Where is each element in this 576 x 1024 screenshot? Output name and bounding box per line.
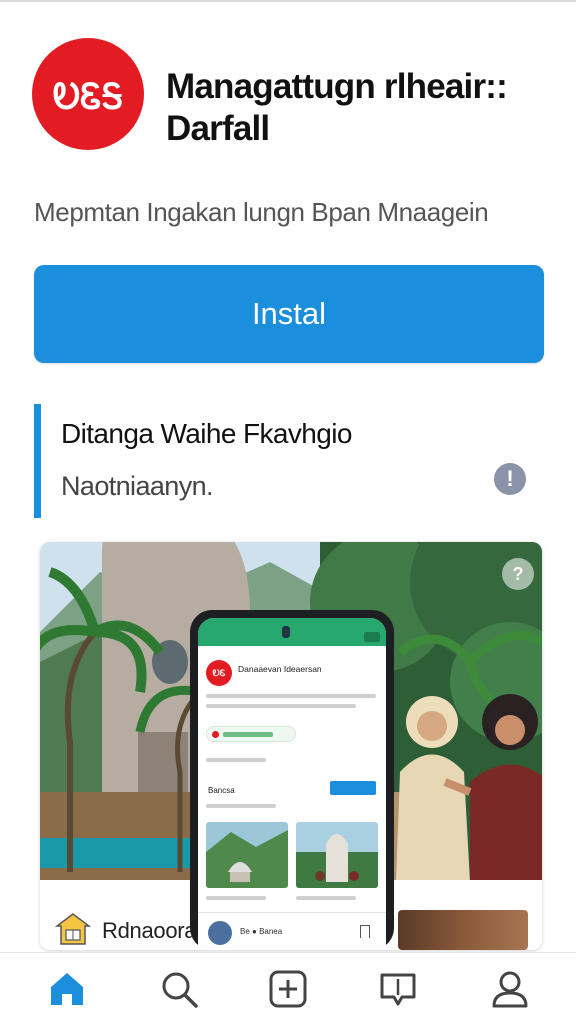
house-icon — [55, 913, 91, 945]
phone-bottom-text: Be ● Banea — [240, 927, 283, 936]
phone-app-logo: ᎧᏋ — [206, 660, 232, 686]
top-divider — [0, 0, 576, 2]
profile-icon[interactable] — [488, 967, 532, 1011]
phone-action-button — [330, 781, 376, 795]
info-badge-icon[interactable]: ? — [502, 558, 534, 590]
alert-circle-icon[interactable]: ! — [494, 463, 526, 495]
phone-image-2 — [296, 822, 378, 888]
search-icon[interactable] — [157, 967, 201, 1011]
phone-bottom-bar: Be ● Banea — [198, 912, 386, 950]
phone-text-line — [206, 694, 376, 698]
phone-status-bar — [198, 618, 386, 646]
app-title: Managattugn rlheair:: Darfall — [166, 67, 508, 148]
phone-text-line — [206, 758, 266, 762]
phone-menu-icon — [364, 632, 380, 642]
app-logo: ᎧᏋᎦ — [32, 38, 144, 150]
logo-text: ᎧᏋᎦ — [53, 77, 123, 117]
logo-glyph-icon: ᎧᏋᎦ — [53, 77, 123, 117]
info-text: Naotniaanyn. — [61, 471, 214, 501]
chat-icon[interactable] — [376, 967, 420, 1011]
phone-text-line — [296, 896, 356, 900]
phone-screen: ᎧᏋ Danaaevan Ideaersan Bancsa Be ● Banea — [198, 618, 386, 950]
home-icon[interactable] — [45, 967, 89, 1011]
preview-caption: Rdnaoorar — [102, 918, 204, 943]
install-button[interactable]: Instal — [34, 265, 544, 363]
phone-tag-pill — [206, 726, 296, 742]
app-header: ᎧᏋᎦ Managattugn rlheair:: Darfall — [32, 36, 552, 160]
phone-mockup: ᎧᏋ Danaaevan Ideaersan Bancsa Be ● Banea — [190, 610, 394, 950]
phone-avatar — [208, 921, 232, 945]
info-block: Ditanga Waihe Fkavhgio Naotniaanyn. ! — [34, 404, 554, 518]
info-title: Ditanga Waihe Fkavhgio — [61, 418, 352, 449]
phone-text-line — [206, 704, 356, 708]
phone-text-line — [206, 896, 266, 900]
phone-image-1 — [206, 822, 288, 888]
add-square-icon[interactable] — [266, 967, 310, 1011]
bookmark-icon — [360, 925, 370, 938]
phone-section-label: Bancsa — [208, 786, 235, 795]
phone-camera-icon — [282, 626, 290, 638]
bottom-nav — [0, 952, 576, 1024]
phone-text-line — [206, 804, 276, 808]
preview-thumbnail[interactable] — [398, 910, 528, 950]
phone-app-title: Danaaevan Ideaersan — [238, 664, 322, 674]
app-subtitle: Mepmtan Ingakan lungn Bpan Mnaagein — [34, 197, 489, 227]
info-accent-bar — [34, 404, 41, 518]
screenshot-preview[interactable]: ? Rdnaoorar ᎧᏋ Danaaevan Ideaersan Bancs… — [40, 542, 542, 950]
